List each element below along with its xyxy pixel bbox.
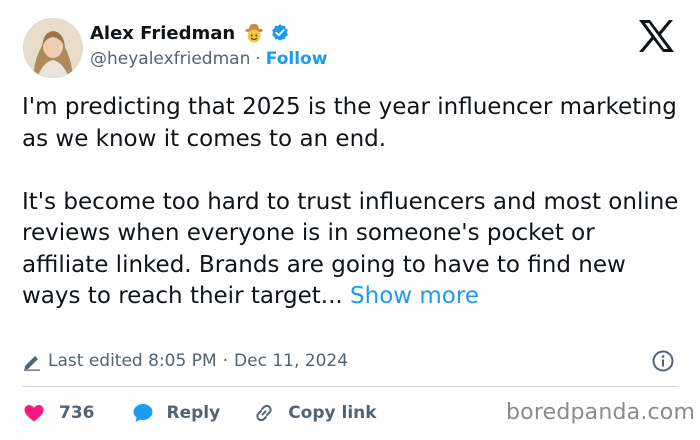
- verified-badge-icon: [272, 24, 289, 41]
- x-logo-icon[interactable]: [636, 18, 676, 54]
- follow-button[interactable]: Follow: [266, 49, 328, 69]
- edited-label[interactable]: Last edited 8:05 PM: [48, 351, 217, 371]
- cowboy-emoji-icon: [245, 24, 264, 43]
- avatar[interactable]: [23, 18, 83, 78]
- heart-icon: [24, 405, 44, 422]
- show-more-link[interactable]: Show more: [350, 283, 479, 309]
- reply-button[interactable]: Reply: [131, 401, 221, 425]
- author-handle[interactable]: @heyalexfriedman: [90, 49, 250, 69]
- watermark: boredpanda.com: [506, 400, 696, 425]
- like-button[interactable]: 736: [22, 401, 95, 425]
- handle-separator: ·: [255, 49, 261, 69]
- author-display-name[interactable]: Alex Friedman: [90, 23, 235, 44]
- copy-link-label: Copy link: [288, 403, 377, 423]
- avatar-image: [23, 18, 83, 78]
- author-name-row: Alex Friedman: [90, 20, 290, 46]
- action-bar: 736 Reply Copy link: [22, 400, 377, 426]
- divider: [22, 386, 678, 387]
- pencil-icon: [24, 356, 40, 371]
- info-icon[interactable]: [651, 349, 675, 373]
- tweet-paragraph: I'm predicting that 2025 is the year inf…: [22, 94, 677, 152]
- tweet-paragraph: It's become too hard to trust influencer…: [22, 187, 682, 313]
- meta-separator: ·: [222, 351, 229, 371]
- tweet-date[interactable]: Dec 11, 2024: [234, 351, 348, 371]
- reply-bubble-icon: [133, 404, 152, 422]
- tweet-meta: Last edited 8:05 PM · Dec 11, 2024: [22, 349, 348, 373]
- link-icon: [256, 404, 272, 422]
- reply-label: Reply: [166, 403, 221, 423]
- author-handle-row: @heyalexfriedman · Follow: [90, 48, 327, 70]
- copy-link-button[interactable]: Copy link: [252, 401, 377, 425]
- tweet-body: I'm predicting that 2025 is the year inf…: [22, 92, 682, 313]
- like-count: 736: [59, 403, 95, 423]
